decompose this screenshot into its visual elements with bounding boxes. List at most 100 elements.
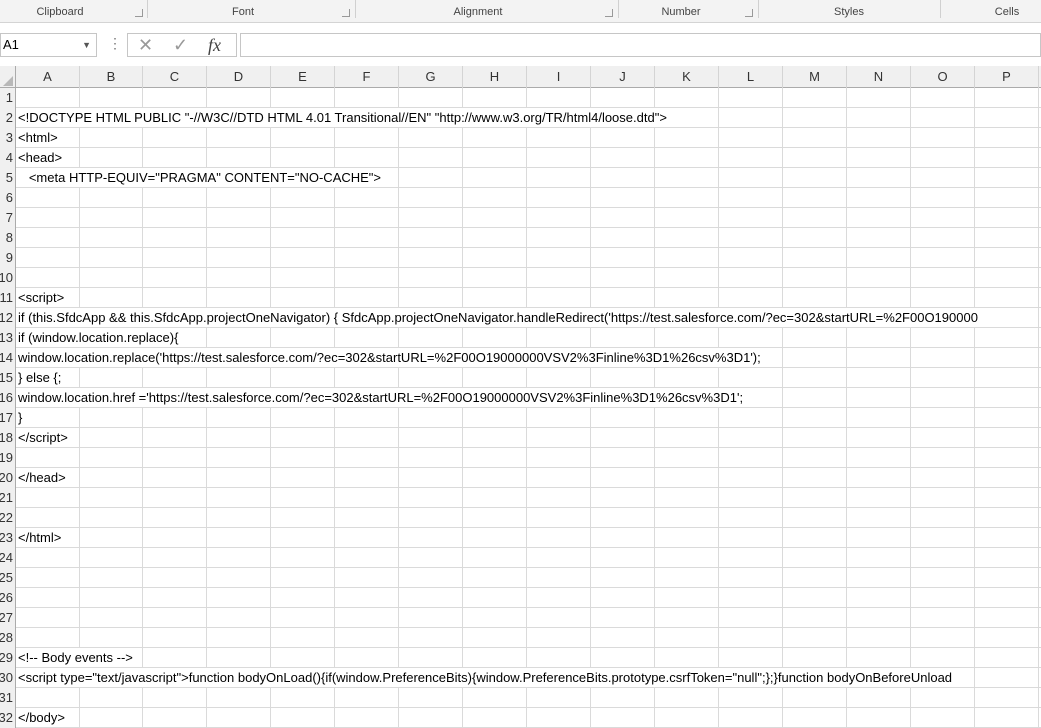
- grid-line: [142, 228, 143, 248]
- row-header[interactable]: 27: [0, 608, 16, 628]
- column-header-B[interactable]: B: [80, 66, 143, 88]
- grid-line: [79, 208, 80, 228]
- grid-line: [718, 168, 719, 188]
- row-header[interactable]: 31: [0, 688, 16, 708]
- select-all-button[interactable]: [0, 66, 16, 88]
- name-box[interactable]: A1 ▼: [0, 33, 97, 57]
- cell-A15[interactable]: } else {;: [18, 368, 64, 387]
- cell-A13[interactable]: if (window.location.replace){: [18, 328, 181, 347]
- column-header-E[interactable]: E: [271, 66, 335, 88]
- grid-line: [910, 148, 911, 168]
- cell-A32[interactable]: </body>: [18, 708, 67, 727]
- row-header[interactable]: 3: [0, 128, 16, 148]
- clipboard-dialog-launcher-icon[interactable]: [135, 9, 143, 17]
- more-options-icon[interactable]: ⋮: [108, 35, 122, 52]
- table-row: 27: [0, 608, 1041, 628]
- row-header[interactable]: 11: [0, 288, 16, 308]
- table-row: 15} else {;: [0, 368, 1041, 388]
- row-header[interactable]: 5: [0, 168, 16, 188]
- grid-line: [526, 288, 527, 308]
- row-header[interactable]: 24: [0, 548, 16, 568]
- column-header-J[interactable]: J: [591, 66, 655, 88]
- grid-line: [398, 428, 399, 448]
- cell-A20[interactable]: </head>: [18, 468, 68, 487]
- number-dialog-launcher-icon[interactable]: [745, 9, 753, 17]
- row-header[interactable]: 17: [0, 408, 16, 428]
- grid-line: [142, 608, 143, 628]
- row-header[interactable]: 16: [0, 388, 16, 408]
- grid-line: [590, 148, 591, 168]
- row-header[interactable]: 2: [0, 108, 16, 128]
- row-header[interactable]: 12: [0, 308, 16, 328]
- row-header[interactable]: 6: [0, 188, 16, 208]
- ribbon-group-alignment: Alignment: [453, 6, 503, 18]
- grid-line: [846, 628, 847, 648]
- worksheet-grid[interactable]: 1 2 <!DOCTYPE HTML PUBLIC "-//W3C//DTD HTM…: [0, 88, 1041, 728]
- cell-A12[interactable]: if (this.SfdcApp && this.SfdcApp.project…: [18, 308, 980, 327]
- column-header-P[interactable]: P: [975, 66, 1039, 88]
- cell-A14[interactable]: window.location.replace('https://test.sa…: [18, 348, 763, 367]
- column-header-I[interactable]: I: [527, 66, 591, 88]
- row-header[interactable]: 1: [0, 88, 16, 108]
- column-header-A[interactable]: A: [16, 66, 80, 88]
- column-header-G[interactable]: G: [399, 66, 463, 88]
- cell-A2[interactable]: <!DOCTYPE HTML PUBLIC "-//W3C//DTD HTML …: [18, 108, 669, 127]
- cell-A30[interactable]: <script type="text/javascript">function …: [18, 668, 955, 687]
- row-header[interactable]: 7: [0, 208, 16, 228]
- row-header[interactable]: 23: [0, 528, 16, 548]
- font-dialog-launcher-icon[interactable]: [342, 9, 350, 17]
- grid-line: [1038, 428, 1039, 448]
- cell-A23[interactable]: </html>: [18, 528, 64, 547]
- row-header[interactable]: 15: [0, 368, 16, 388]
- row-header[interactable]: 8: [0, 228, 16, 248]
- row-header[interactable]: 9: [0, 248, 16, 268]
- grid-line: [1038, 588, 1039, 608]
- grid-line: [1038, 628, 1039, 648]
- grid-line: [334, 548, 335, 568]
- column-header-L[interactable]: L: [719, 66, 783, 88]
- cell-A18[interactable]: </script>: [18, 428, 70, 447]
- grid-line: [654, 228, 655, 248]
- table-row: 30<script type="text/javascript">functio…: [0, 668, 1041, 688]
- enter-icon[interactable]: ✓: [173, 34, 188, 56]
- row-header[interactable]: 4: [0, 148, 16, 168]
- column-header-C[interactable]: C: [143, 66, 207, 88]
- grid-line: [142, 408, 143, 428]
- row-header[interactable]: 18: [0, 428, 16, 448]
- column-header-H[interactable]: H: [463, 66, 527, 88]
- row-header[interactable]: 13: [0, 328, 16, 348]
- column-header-K[interactable]: K: [655, 66, 719, 88]
- cancel-icon[interactable]: ✕: [138, 34, 153, 56]
- row-header[interactable]: 26: [0, 588, 16, 608]
- grid-line: [974, 168, 975, 188]
- row-header[interactable]: 19: [0, 448, 16, 468]
- formula-input[interactable]: [240, 33, 1041, 57]
- cell-A4[interactable]: <head>: [18, 148, 65, 167]
- column-header-F[interactable]: F: [335, 66, 399, 88]
- alignment-dialog-launcher-icon[interactable]: [605, 9, 613, 17]
- cell-A17[interactable]: }: [18, 408, 25, 427]
- row-header[interactable]: 28: [0, 628, 16, 648]
- row-header[interactable]: 29: [0, 648, 16, 668]
- row-header[interactable]: 20: [0, 468, 16, 488]
- row-header[interactable]: 21: [0, 488, 16, 508]
- cell-A29[interactable]: <!-- Body events -->: [18, 648, 135, 667]
- cell-A5[interactable]: <meta HTTP-EQUIV="PRAGMA" CONTENT="NO-CA…: [18, 168, 384, 187]
- cell-A16[interactable]: window.location.href ='https://test.sale…: [18, 388, 746, 407]
- insert-function-icon[interactable]: fx: [208, 34, 221, 56]
- column-header-O[interactable]: O: [911, 66, 975, 88]
- row-header[interactable]: 14: [0, 348, 16, 368]
- grid-line: [782, 708, 783, 728]
- row-header[interactable]: 30: [0, 668, 16, 688]
- row-header[interactable]: 25: [0, 568, 16, 588]
- column-header-M[interactable]: M: [783, 66, 847, 88]
- row-header[interactable]: 10: [0, 268, 16, 288]
- cell-A11[interactable]: <script>: [18, 288, 67, 307]
- column-header-D[interactable]: D: [207, 66, 271, 88]
- grid-line: [654, 368, 655, 388]
- row-header[interactable]: 22: [0, 508, 16, 528]
- cell-A3[interactable]: <html>: [18, 128, 60, 147]
- chevron-down-icon[interactable]: ▼: [82, 34, 91, 56]
- row-header[interactable]: 32: [0, 708, 16, 728]
- column-header-N[interactable]: N: [847, 66, 911, 88]
